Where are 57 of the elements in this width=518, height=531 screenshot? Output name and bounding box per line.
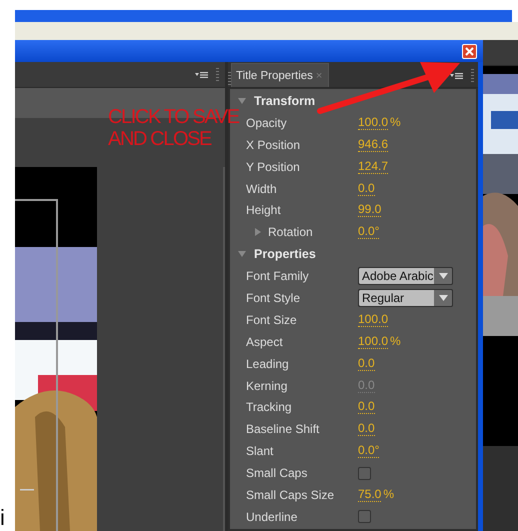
property-label: Small Caps Size (246, 488, 334, 502)
annotation-text: AND CLOSE (108, 128, 212, 150)
caret-icon (438, 294, 448, 301)
close-icon (465, 46, 474, 56)
property-label: Rotation (268, 225, 313, 240)
value-field[interactable]: 100.0 (358, 116, 388, 130)
panel-tab[interactable]: Title Properties × (231, 63, 330, 87)
annotation-text: CLICK TO SAVE (108, 106, 239, 128)
property-label: Y Position (246, 160, 300, 174)
value-field[interactable]: 0.0° (358, 444, 380, 458)
panel-menu-icon[interactable] (195, 70, 208, 78)
tab-close-button[interactable]: × (316, 70, 322, 82)
property-label: Slant (246, 444, 274, 458)
value-field[interactable]: 75.0 (358, 488, 382, 502)
value-field[interactable]: 100.0 (358, 312, 388, 327)
unit-label: % (383, 487, 394, 502)
property-label: Kerning (246, 378, 288, 393)
value-field[interactable]: 124.7 (358, 160, 388, 174)
section-title: Properties (254, 247, 316, 262)
stray-letter: i (0, 505, 5, 531)
property-label: Opacity (246, 116, 287, 130)
property-label: Font Family (246, 269, 309, 284)
grip-icon[interactable] (471, 68, 474, 84)
property-label: Baseline Shift (246, 422, 320, 436)
value-field[interactable]: 0.0 (358, 356, 375, 371)
value-field[interactable]: 0.0 (358, 182, 375, 196)
checkbox[interactable] (358, 466, 371, 480)
collapse-arrow-icon[interactable] (238, 96, 246, 105)
unit-label: % (390, 115, 401, 130)
value-field[interactable]: 0.0 (358, 422, 375, 436)
checkbox[interactable] (358, 510, 371, 524)
collapse-arrow-icon[interactable] (238, 250, 246, 258)
property-label: Font Style (246, 290, 300, 305)
close-button[interactable] (462, 44, 477, 58)
panel-menu-icon[interactable] (450, 72, 463, 80)
unit-label: % (390, 334, 401, 348)
property-label: X Position (246, 138, 300, 152)
section-title: Transform (254, 94, 316, 108)
dropdown[interactable]: Regular (358, 288, 453, 307)
value-field[interactable]: 0.0 (358, 400, 375, 414)
property-label: Width (246, 182, 277, 196)
property-label: Underline (246, 510, 298, 524)
caret-icon (438, 273, 448, 280)
property-label: Tracking (246, 400, 292, 414)
property-label: Height (246, 203, 281, 218)
property-label: Small Caps (246, 466, 308, 480)
dropdown[interactable]: Adobe Arabic (358, 267, 453, 286)
value-field[interactable]: 946.6 (358, 138, 388, 152)
grip-icon[interactable] (228, 71, 231, 87)
value-field[interactable]: 0.0° (358, 225, 380, 240)
value-field[interactable]: 99.0 (358, 203, 382, 218)
property-label: Leading (246, 356, 289, 371)
value-field[interactable]: 100.0 (358, 335, 388, 350)
property-label: Aspect (246, 334, 283, 349)
property-label: Font Size (246, 312, 297, 327)
grip-icon[interactable] (216, 66, 219, 82)
expand-arrow-icon[interactable] (254, 228, 262, 236)
